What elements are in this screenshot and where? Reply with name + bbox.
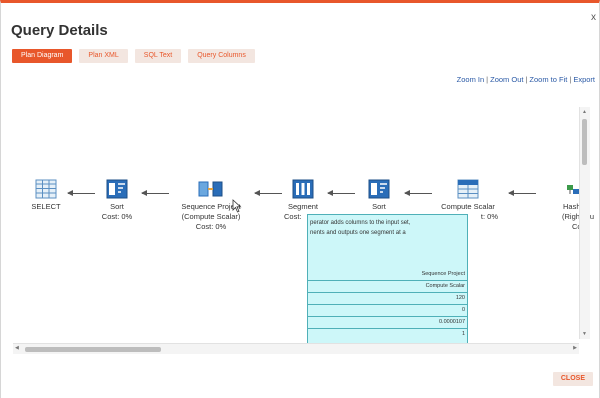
- tab-bar: Plan Diagram Plan XML SQL Text Query Col…: [12, 49, 255, 63]
- tooltip-desc-line: nents and outputs one segment at a: [310, 230, 406, 236]
- tab-plan-xml[interactable]: Plan XML: [79, 49, 128, 63]
- tooltip-desc-line: perator adds columns to the input set,: [310, 220, 411, 226]
- zoom-to-fit-link[interactable]: Zoom to Fit: [529, 75, 567, 84]
- scrollbar-thumb[interactable]: [25, 347, 161, 352]
- tooltip-row: 0: [308, 304, 467, 316]
- node-name: Sort: [110, 202, 124, 211]
- operator-tooltip: perator adds columns to the input set, n…: [307, 214, 468, 346]
- zoom-toolbar: Zoom In | Zoom Out | Zoom to Fit | Export: [457, 75, 595, 84]
- tab-query-columns[interactable]: Query Columns: [188, 49, 255, 63]
- tab-sql-text[interactable]: SQL Text: [134, 49, 182, 63]
- node-name: Sort: [372, 202, 386, 211]
- separator: |: [525, 75, 528, 84]
- separator: |: [486, 75, 489, 84]
- plan-diagram-canvas[interactable]: SELECT Sort Cost: 0% Sequence Project (C…: [7, 89, 595, 357]
- zoom-in-link[interactable]: Zoom In: [457, 75, 485, 84]
- tooltip-row: 1: [308, 328, 467, 340]
- node-name: Compute Scalar: [441, 202, 495, 211]
- tooltip-description: perator adds columns to the input set, n…: [308, 215, 467, 238]
- node-name: SELECT: [31, 202, 61, 211]
- flow-arrow: [508, 190, 536, 196]
- vertical-scrollbar[interactable]: ▲ ▼: [579, 107, 590, 339]
- scroll-up-icon[interactable]: ▲: [582, 109, 587, 115]
- scroll-right-icon[interactable]: ▶: [573, 345, 577, 351]
- tooltip-row: Compute Scalar: [308, 280, 467, 292]
- close-icon[interactable]: x: [591, 12, 596, 23]
- scrollbar-thumb[interactable]: [582, 119, 587, 165]
- export-link[interactable]: Export: [573, 75, 595, 84]
- zoom-out-link[interactable]: Zoom Out: [490, 75, 523, 84]
- plan-node-sort-2[interactable]: Sort: [359, 179, 399, 212]
- plan-node-select[interactable]: SELECT: [28, 179, 64, 212]
- table-icon: [35, 179, 57, 199]
- flow-arrow: [404, 190, 432, 196]
- horizontal-scrollbar[interactable]: ◀ ▶: [13, 343, 579, 354]
- plan-node-sort[interactable]: Sort Cost: 0%: [97, 179, 137, 222]
- node-cost: Cost: 0%: [101, 212, 133, 221]
- node-subname: (Compute Scalar): [181, 212, 241, 221]
- separator: |: [569, 75, 572, 84]
- segment-icon: [292, 179, 314, 199]
- scroll-down-icon[interactable]: ▼: [582, 331, 587, 337]
- tab-plan-diagram[interactable]: Plan Diagram: [12, 49, 73, 63]
- tooltip-row: 120: [308, 292, 467, 304]
- sort-icon: [106, 179, 128, 199]
- query-details-dialog: Query Details x Plan Diagram Plan XML SQ…: [0, 0, 600, 398]
- flow-arrow: [254, 190, 282, 196]
- dialog-title: Query Details: [11, 22, 108, 39]
- flow-arrow: [67, 190, 95, 196]
- node-name: Segment: [287, 202, 319, 211]
- flow-arrow: [327, 190, 355, 196]
- flow-arrow: [141, 190, 169, 196]
- sequence-project-icon: [198, 181, 223, 197]
- tooltip-properties: Sequence Project Compute Scalar 120 0 0.…: [308, 269, 467, 340]
- mouse-cursor-icon: [232, 199, 242, 213]
- tooltip-row: 0.0000107: [308, 316, 467, 328]
- scroll-left-icon[interactable]: ◀: [15, 345, 19, 351]
- node-cost: Cost: 0%: [195, 222, 227, 231]
- close-button[interactable]: CLOSE: [552, 372, 593, 386]
- sort-icon: [368, 179, 390, 199]
- tooltip-row: Sequence Project: [421, 271, 465, 277]
- compute-scalar-icon: [457, 179, 479, 199]
